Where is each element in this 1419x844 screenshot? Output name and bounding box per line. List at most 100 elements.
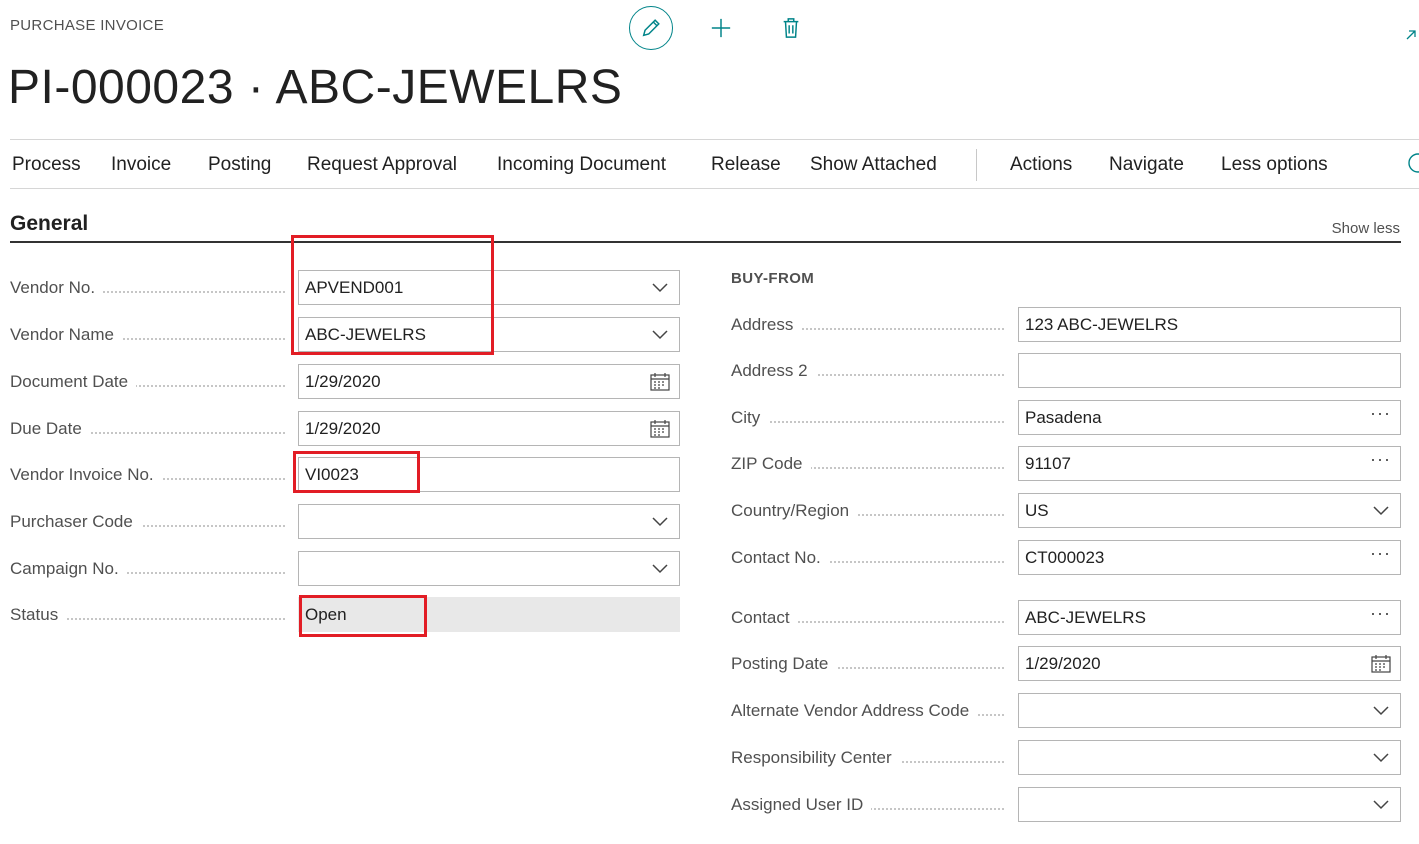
action-invoice[interactable]: Invoice (111, 154, 171, 176)
field-vendor-name[interactable]: ABC-JEWELRS (298, 317, 680, 352)
ellipsis-icon[interactable]: ··· (1370, 449, 1391, 470)
action-actions[interactable]: Actions (1010, 154, 1072, 176)
group-title-general: General (10, 212, 89, 235)
ellipsis-icon[interactable]: ··· (1370, 543, 1391, 564)
group-divider (10, 241, 1401, 243)
date-picker-button[interactable] (650, 373, 670, 391)
label-text: Contact No. (731, 548, 829, 567)
plus-icon (711, 18, 731, 38)
action-request-approval[interactable]: Request Approval (307, 154, 457, 176)
dropdown-toggle[interactable] (1371, 749, 1391, 767)
field-address[interactable]: 123 ABC-JEWELRS (1018, 307, 1401, 342)
calendar-icon (650, 420, 670, 438)
field-campaign-no[interactable] (298, 551, 680, 586)
field-value: 1/29/2020 (305, 419, 381, 438)
dropdown-toggle[interactable] (650, 513, 670, 531)
field-contact-no[interactable]: CT000023 ··· (1018, 540, 1401, 575)
page-type-caption: PURCHASE INVOICE (10, 17, 164, 34)
field-alternate-vendor-address-code[interactable] (1018, 693, 1401, 728)
action-navigate[interactable]: Navigate (1109, 154, 1184, 176)
info-button[interactable] (1407, 152, 1419, 178)
new-button[interactable] (699, 6, 743, 50)
date-picker-button[interactable] (1371, 655, 1391, 673)
field-responsibility-center[interactable] (1018, 740, 1401, 775)
label-text: City (731, 408, 769, 427)
ellipsis-icon[interactable]: ··· (1370, 403, 1391, 424)
label-text: Due Date (10, 419, 90, 438)
label-text: Alternate Vendor Address Code (731, 701, 978, 720)
dropdown-toggle[interactable] (650, 279, 670, 297)
page-title: PI-000023 · ABC-JEWELRS (8, 61, 623, 114)
field-document-date[interactable]: 1/29/2020 (298, 364, 680, 399)
label-contact-no: Contact No. (731, 548, 1004, 568)
action-less-options[interactable]: Less options (1221, 154, 1328, 176)
pencil-icon (642, 19, 660, 37)
label-text: Status (10, 605, 67, 624)
label-zip-code: ZIP Code (731, 454, 1004, 474)
trash-icon (783, 18, 799, 38)
label-text: Document Date (10, 372, 137, 391)
action-process[interactable]: Process (12, 154, 81, 176)
delete-button[interactable] (769, 6, 813, 50)
ellipsis-icon[interactable]: ··· (1370, 603, 1391, 624)
label-assigned-user-id: Assigned User ID (731, 795, 1004, 815)
label-vendor-name: Vendor Name (10, 325, 285, 345)
field-city[interactable]: Pasadena ··· (1018, 400, 1401, 435)
label-text: Vendor Name (10, 325, 122, 344)
label-country-region: Country/Region (731, 501, 1004, 521)
action-posting[interactable]: Posting (208, 154, 271, 176)
field-value: VI0023 (305, 465, 359, 484)
label-status: Status (10, 605, 285, 625)
label-text: Posting Date (731, 654, 837, 673)
label-vendor-no: Vendor No. (10, 278, 285, 298)
field-value: APVEND001 (305, 278, 404, 297)
action-show-attached[interactable]: Show Attached (810, 154, 937, 176)
dropdown-toggle[interactable] (1371, 502, 1391, 520)
field-value: US (1025, 501, 1049, 520)
field-zip-code[interactable]: 91107 ··· (1018, 446, 1401, 481)
field-country-region[interactable]: US (1018, 493, 1401, 528)
chevron-down-icon (652, 330, 668, 340)
label-campaign-no: Campaign No. (10, 559, 285, 579)
title-actions (629, 6, 813, 50)
label-address-2: Address 2 (731, 361, 1004, 381)
dropdown-toggle[interactable] (1371, 702, 1391, 720)
dropdown-toggle[interactable] (1371, 796, 1391, 814)
field-contact[interactable]: ABC-JEWELRS ··· (1018, 600, 1401, 635)
label-text: Contact (731, 608, 798, 627)
action-incoming-document[interactable]: Incoming Document (497, 154, 666, 176)
label-document-date: Document Date (10, 372, 285, 392)
action-separator (976, 149, 977, 181)
label-due-date: Due Date (10, 419, 285, 439)
show-less-link[interactable]: Show less (1332, 220, 1400, 237)
chevron-down-icon (652, 564, 668, 574)
dropdown-toggle[interactable] (650, 560, 670, 578)
field-due-date[interactable]: 1/29/2020 (298, 411, 680, 446)
label-text: Purchaser Code (10, 512, 141, 531)
edit-button[interactable] (629, 6, 673, 50)
field-vendor-invoice-no[interactable]: VI0023 (298, 457, 680, 492)
label-text: Responsibility Center (731, 748, 900, 767)
expand-button[interactable] (1405, 26, 1417, 45)
label-text: Address (731, 315, 802, 334)
label-posting-date: Posting Date (731, 654, 1004, 674)
label-address: Address (731, 315, 1004, 335)
field-value: Pasadena (1025, 408, 1102, 427)
field-address-2[interactable] (1018, 353, 1401, 388)
label-leader-dots (731, 421, 1004, 423)
field-value: ABC-JEWELRS (305, 325, 426, 344)
label-vendor-invoice-no: Vendor Invoice No. (10, 465, 285, 485)
buy-from-caption: BUY-FROM (731, 270, 815, 287)
action-release[interactable]: Release (711, 154, 781, 176)
field-posting-date[interactable]: 1/29/2020 (1018, 646, 1401, 681)
label-text: Address 2 (731, 361, 816, 380)
label-alternate-vendor-address-code: Alternate Vendor Address Code (731, 701, 1004, 721)
dropdown-toggle[interactable] (650, 326, 670, 344)
field-vendor-no[interactable]: APVEND001 (298, 270, 680, 305)
date-picker-button[interactable] (650, 420, 670, 438)
field-assigned-user-id[interactable] (1018, 787, 1401, 822)
field-status: Open (298, 597, 680, 632)
chevron-down-icon (1373, 800, 1389, 810)
field-purchaser-code[interactable] (298, 504, 680, 539)
label-responsibility-center: Responsibility Center (731, 748, 1004, 768)
